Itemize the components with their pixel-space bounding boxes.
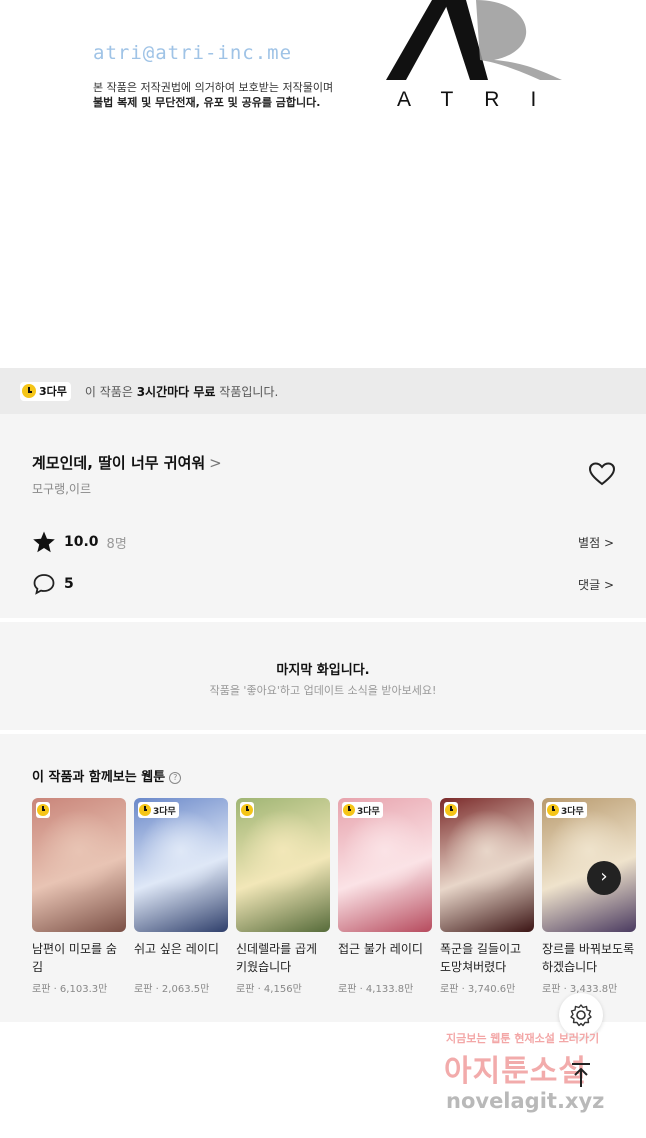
free-badge	[240, 802, 254, 818]
cover-thumbnail	[236, 798, 330, 932]
badge-label: 3다무	[561, 806, 584, 817]
card-meta: 로판 · 4,133.8만	[338, 984, 414, 995]
card-meta: 로판 · 6,103.3만	[32, 984, 108, 995]
atri-logo	[386, 0, 562, 80]
top-banner: atri@atri-inc.me 본 작품은 저작권법에 의거하여 보호받는 저…	[0, 0, 646, 368]
star-icon	[33, 531, 55, 553]
free-badge	[36, 802, 50, 818]
last-episode-panel: 마지막 화입니다. 작품을 '좋아요'하고 업데이트 소식을 받아보세요!	[0, 622, 646, 730]
recommendation-card[interactable]: 3다무접근 불가 레이디로판 · 4,133.8만	[338, 798, 432, 995]
last-episode-subtitle: 작품을 '좋아요'하고 업데이트 소식을 받아보세요!	[209, 684, 437, 697]
clock-icon	[241, 804, 253, 816]
card-meta: 로판 · 2,063.5만	[134, 984, 210, 995]
recommendation-card[interactable]: 신데렐라를 곱게 키웠습니다로판 · 4,156만	[236, 798, 330, 995]
clock-icon	[445, 804, 457, 816]
comment-link[interactable]: 댓글 >	[578, 576, 614, 593]
cover-thumbnail: 3다무	[134, 798, 228, 932]
3-hour-free-badge: 3다무	[20, 381, 71, 401]
help-icon[interactable]: ?	[169, 772, 182, 784]
work-title: 계모인데, 딸이 너무 귀여워	[32, 454, 206, 472]
free-badge: 3다무	[138, 802, 179, 818]
comment-bubble-icon	[33, 574, 55, 595]
clock-icon	[37, 804, 49, 816]
comment-row: 5 댓글 >	[32, 571, 614, 597]
free-badge	[444, 802, 458, 818]
free-badge: 3다무	[546, 802, 587, 818]
rating-value: 10.0	[64, 534, 99, 550]
clock-icon	[343, 804, 355, 816]
watermark-line1: 지금보는 웹툰 현재소설 보러가기	[446, 1032, 600, 1045]
clock-icon	[139, 804, 151, 816]
card-title: 남편이 미모를 숨김	[32, 942, 117, 974]
cover-thumbnail: 3다무	[338, 798, 432, 932]
cover-thumbnail	[32, 798, 126, 932]
recommendations-section: 이 작품과 함께보는 웹툰? 남편이 미모를 숨김 로판 · 6,103.3만 3다…	[0, 734, 646, 1022]
card-title: 접근 불가 레이디	[338, 942, 423, 956]
badge-label: 3다무	[39, 385, 67, 398]
watermark-line3: novelagit.xyz	[446, 1089, 605, 1113]
free-badge: 3다무	[342, 802, 383, 818]
recommendation-card[interactable]: 3다무 장르를 바꿔보도록 하겠습니다 로판 · 3,433.8만	[542, 798, 636, 995]
card-title: 신데렐라를 곱게 키웠습니다	[236, 942, 318, 974]
clock-icon	[22, 384, 36, 398]
recommendation-card[interactable]: 폭군을 길들이고 도망쳐버렸다로판 · 3,740.6만	[440, 798, 534, 995]
work-title-link[interactable]: 계모인데, 딸이 너무 귀여워 >	[32, 452, 222, 473]
copyright-notice-line2: 불법 복제 및 무단전재, 유포 및 공유를 금합니다.	[93, 96, 321, 109]
card-title: 쉬고 싶은 레이디	[134, 942, 219, 956]
clock-icon	[547, 804, 559, 816]
rating-link[interactable]: 별점 >	[578, 534, 614, 551]
atri-logo-text: ATRI	[397, 88, 568, 111]
free-notice-prefix: 이 작품은	[84, 384, 137, 399]
recommendations-heading: 이 작품과 함께보는 웹툰?	[32, 766, 182, 785]
free-notice-bar: 3다무 이 작품은 3시간마다 무료 작품입니다.	[0, 368, 646, 414]
contact-email: atri@atri-inc.me	[93, 42, 293, 64]
free-notice-suffix: 작품입니다.	[215, 384, 279, 399]
recommendations-heading-text: 이 작품과 함께보는 웹툰	[32, 770, 166, 785]
card-title: 장르를 바꿔보도록 하겠습니다	[542, 942, 635, 974]
comment-count: 5	[64, 576, 74, 592]
like-heart-button[interactable]	[589, 462, 615, 486]
card-meta: 로판 · 3,740.6만	[440, 984, 516, 995]
cover-thumbnail	[440, 798, 534, 932]
copyright-notice-line1: 본 작품은 저작권법에 의거하여 보호받는 저작물이며	[93, 81, 334, 94]
work-authors: 모구랭,이르	[32, 482, 92, 496]
recommendation-card[interactable]: 남편이 미모를 숨김로판 · 6,103.3만	[32, 798, 126, 995]
rating-count: 8명	[106, 536, 127, 552]
card-title: 폭군을 길들이고 도망쳐버렸다	[440, 942, 522, 974]
card-meta: 로판 · 4,156만	[236, 984, 302, 995]
cover-thumbnail: 3다무	[542, 798, 636, 932]
badge-label: 3다무	[153, 806, 176, 817]
last-episode-title: 마지막 화입니다.	[276, 663, 370, 678]
scroll-to-top-icon[interactable]	[566, 1060, 596, 1090]
work-info-panel: 계모인데, 딸이 너무 귀여워 > 모구랭,이르 10.0 8명 별점 > 5 댓…	[0, 414, 646, 618]
rating-row: 10.0 8명 별점 >	[32, 529, 614, 555]
carousel-next-button[interactable]: ›	[587, 861, 621, 895]
recommendation-card[interactable]: 3다무쉬고 싶은 레이디로판 · 2,063.5만	[134, 798, 228, 995]
chevron-right-icon: >	[209, 454, 222, 472]
free-notice-bold: 3시간마다 무료	[136, 384, 216, 399]
free-notice-text: 이 작품은 3시간마다 무료 작품입니다.	[85, 383, 278, 400]
badge-label: 3다무	[357, 806, 380, 817]
